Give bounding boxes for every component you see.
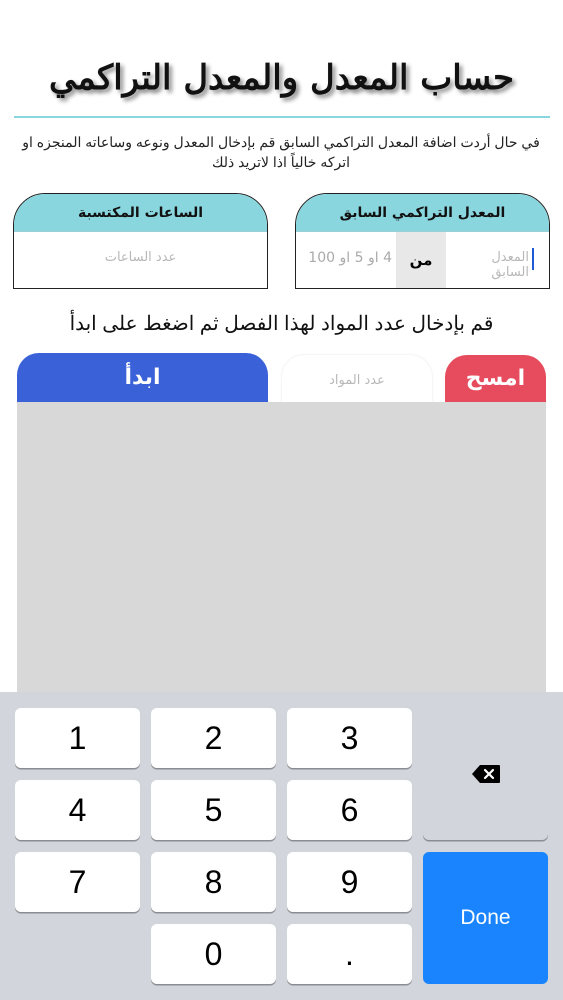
key-5[interactable]: 5 (151, 780, 276, 840)
key-blank (15, 924, 140, 984)
previous-gpa-input[interactable]: المعدل السابق (451, 232, 543, 288)
intro-text: في حال أردت اضافة المعدل التراكمي السابق… (22, 134, 540, 170)
subject-count-input[interactable]: عدد المواد (282, 355, 432, 402)
subjects-instruction: قم بإدخال عدد المواد لهذا الفصل ثم اضغط … (69, 313, 494, 335)
text-caret (532, 248, 534, 270)
backspace-icon (471, 765, 500, 783)
previous-gpa-heading: المعدل التراكمي السابق (296, 194, 549, 232)
previous-gpa-card: المعدل التراكمي السابق المعدل السابق من … (295, 193, 550, 289)
key-6[interactable]: 6 (287, 780, 412, 840)
earned-hours-input[interactable]: عدد الساعات (14, 232, 267, 288)
earned-hours-card: الساعات المكتسبة عدد الساعات (13, 193, 268, 289)
from-label: من (396, 232, 446, 288)
key-8[interactable]: 8 (151, 852, 276, 912)
numeric-keyboard: 1 2 3 4 5 6 7 8 9 0 . Done (0, 692, 563, 1000)
title-divider (14, 116, 550, 118)
gpa-scale-placeholder: 4 او 5 او 100 (308, 250, 392, 266)
key-decimal[interactable]: . (287, 924, 412, 984)
key-4[interactable]: 4 (15, 780, 140, 840)
subjects-area (17, 402, 546, 692)
done-key[interactable]: Done (423, 852, 548, 984)
start-button[interactable]: ابدأ (17, 353, 268, 402)
key-0[interactable]: 0 (151, 924, 276, 984)
key-1[interactable]: 1 (15, 708, 140, 768)
subject-count-placeholder: عدد المواد (329, 373, 385, 388)
page-title: حساب المعدل والمعدل التراكمي (49, 58, 514, 98)
gpa-scale-input[interactable]: 4 او 5 او 100 (296, 232, 396, 288)
previous-gpa-placeholder: المعدل السابق (491, 250, 529, 280)
clear-button[interactable]: امسح (445, 355, 546, 402)
earned-hours-placeholder: عدد الساعات (104, 250, 177, 265)
key-2[interactable]: 2 (151, 708, 276, 768)
key-7[interactable]: 7 (15, 852, 140, 912)
backspace-key[interactable] (423, 708, 548, 840)
key-9[interactable]: 9 (287, 852, 412, 912)
earned-hours-heading: الساعات المكتسبة (14, 194, 267, 232)
key-3[interactable]: 3 (287, 708, 412, 768)
